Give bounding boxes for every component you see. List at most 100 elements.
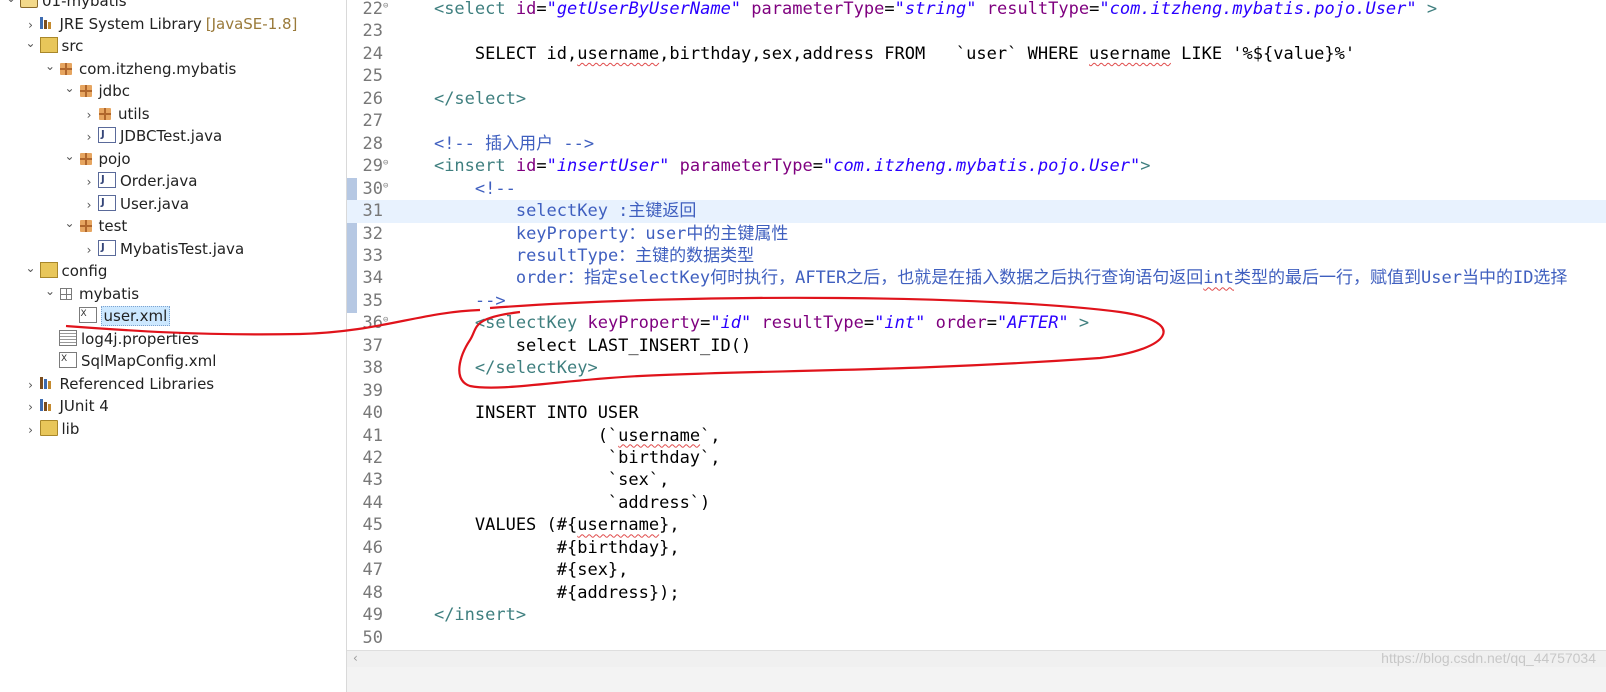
code-line[interactable]: 37 select LAST_INSERT_ID() — [347, 335, 1606, 358]
tree-item-mybatis[interactable]: ⌄ mybatis — [43, 283, 139, 306]
tree-item-junit-4[interactable]: › JUnit 4 — [24, 395, 109, 418]
tree-item-user-xml[interactable]: user.xml — [63, 303, 171, 328]
fold-toggle-icon[interactable]: ⊖ — [383, 152, 388, 175]
chevron-down-icon[interactable]: ⌄ — [43, 55, 57, 78]
tree-item-label: log4j.properties — [81, 330, 199, 348]
scroll-left-icon[interactable]: ‹ — [353, 651, 358, 665]
chevron-down-icon[interactable]: ⌄ — [24, 32, 38, 55]
code-line[interactable]: 36 ⊖ <selectKey keyProperty="id" resultTy… — [347, 312, 1606, 335]
tree-item-lib[interactable]: › lib — [24, 418, 79, 442]
code-token: #{address}); — [393, 582, 680, 603]
code-line[interactable]: 45 VALUES (#{username}, — [347, 514, 1606, 537]
code-line[interactable]: 24 SELECT id,username,birthday,sex,addre… — [347, 43, 1606, 66]
code-token: "int" — [874, 313, 926, 334]
tree-item-mybatistest-java[interactable]: › MybatisTest.java — [82, 236, 245, 262]
code-line[interactable]: 44 `address`) — [347, 492, 1606, 515]
tree-item-jdbctest-java[interactable]: › JDBCTest.java — [82, 123, 223, 149]
code-line[interactable]: 32 keyProperty：user中的主键属性 — [347, 223, 1606, 246]
tree-item-sqlmapconfig-xml[interactable]: SqlMapConfig.xml — [43, 348, 217, 373]
xml-editor[interactable]: 22 ⊖ <select id="getUserByUserName" param… — [347, 0, 1606, 692]
chevron-right-icon[interactable]: › — [82, 171, 96, 194]
code-line[interactable]: 46 #{birthday}, — [347, 537, 1606, 560]
code-token: 类型的最后一行，赋值到User当中的ID选择 — [1234, 268, 1568, 289]
code-token: <!-- — [474, 178, 516, 199]
line-number: 43 — [362, 470, 383, 491]
tree-item-referenced-libraries[interactable]: › Referenced Libraries — [24, 373, 214, 397]
chevron-right-icon[interactable]: › — [82, 194, 96, 217]
code-line[interactable]: 35 --> — [347, 290, 1606, 313]
code-line[interactable]: 33 resultType：主键的数据类型 — [347, 245, 1606, 268]
code-text: </insert> — [393, 604, 526, 627]
fold-toggle-icon[interactable]: ⊖ — [383, 0, 388, 18]
code-token: (` — [393, 425, 619, 446]
tree-item-order-java[interactable]: › Order.java — [82, 168, 198, 194]
chevron-right-icon[interactable]: › — [24, 374, 38, 397]
line-number: 31 — [362, 201, 383, 222]
code-line[interactable]: 25 — [347, 65, 1606, 88]
code-line[interactable]: 38 </selectKey> — [347, 357, 1606, 380]
chevron-down-icon[interactable]: ⌄ — [63, 212, 77, 235]
tree-item-01-mybatis[interactable]: ⌄ 01-mybatis — [4, 0, 127, 13]
tree-item-user-java[interactable]: › User.java — [82, 191, 189, 217]
tree-item-config[interactable]: ⌄ config — [24, 257, 107, 283]
code-line[interactable]: 49 </insert> — [347, 604, 1606, 627]
code-line[interactable]: 50 — [347, 627, 1606, 650]
tree-item-utils[interactable]: › utils — [82, 103, 150, 126]
tree-item-jdbc[interactable]: ⌄ jdbc — [63, 80, 130, 103]
chevron-down-icon[interactable]: ⌄ — [24, 257, 38, 280]
chevron-right-icon[interactable]: › — [24, 396, 38, 419]
chevron-right-icon[interactable]: › — [82, 104, 96, 127]
chevron-down-icon[interactable]: ⌄ — [43, 280, 57, 303]
code-line[interactable]: 30 ⊖ <!-- — [347, 178, 1606, 201]
code-line[interactable]: 31 selectKey :主键返回 — [347, 200, 1606, 223]
code-line[interactable]: 43 `sex`, — [347, 469, 1606, 492]
code-token: keyProperty：user中的主键属性 — [515, 223, 789, 244]
code-text: `address`) — [393, 492, 710, 515]
tree-item-label: Order.java — [120, 172, 198, 190]
chevron-right-icon[interactable]: › — [82, 239, 96, 262]
code-token: int — [1203, 268, 1235, 289]
line-number: 28 — [362, 133, 383, 154]
code-line[interactable]: 34 order：指定selectKey何时执行，AFTER之后，也就是在插入数… — [347, 267, 1606, 290]
package-icon — [79, 84, 95, 98]
package-icon — [98, 107, 114, 121]
fold-toggle-icon[interactable]: ⊖ — [383, 309, 388, 332]
code-line[interactable]: 47 #{sex}, — [347, 559, 1606, 582]
chevron-down-icon[interactable]: ⌄ — [4, 0, 18, 10]
java-file-icon — [98, 236, 116, 259]
tree-item-decoration: [JavaSE-1.8] — [205, 15, 298, 33]
code-line[interactable]: 26 </select> — [347, 88, 1606, 111]
chevron-right-icon[interactable]: › — [82, 126, 96, 149]
tree-item-label: SqlMapConfig.xml — [81, 352, 217, 370]
line-number: 49 — [362, 605, 383, 626]
chevron-down-icon[interactable]: ⌄ — [63, 145, 77, 168]
code-line[interactable]: 23 — [347, 20, 1606, 43]
line-number: 42 — [362, 448, 383, 468]
tree-item-jre-system-library[interactable]: › JRE System Library [JavaSE-1.8] — [24, 13, 298, 36]
code-token: </select> — [433, 88, 527, 109]
code-token: id — [515, 156, 537, 177]
code-line[interactable]: 40 INSERT INTO USER — [347, 402, 1606, 425]
chevron-down-icon[interactable]: ⌄ — [63, 77, 77, 100]
code-line[interactable]: 42 `birthday`, — [347, 447, 1606, 470]
code-token: }, — [659, 515, 680, 536]
code-line[interactable]: 28 <!-- 插入用户 --> — [347, 133, 1606, 156]
fold-toggle-icon[interactable]: ⊖ — [383, 175, 388, 198]
code-line[interactable]: 41 (`username`, — [347, 425, 1606, 448]
chevron-right-icon[interactable]: › — [24, 419, 38, 442]
code-text: `sex`, — [393, 469, 669, 492]
line-number: 41 — [362, 425, 383, 446]
code-line[interactable]: 39 — [347, 380, 1606, 403]
code-line[interactable]: 27 — [347, 110, 1606, 133]
tree-item-pojo[interactable]: ⌄ pojo — [63, 145, 130, 171]
code-line[interactable]: 22 ⊖ <select id="getUserByUserName" param… — [347, 0, 1606, 21]
code-line[interactable]: 48 #{address}); — [347, 582, 1606, 605]
tree-item-test[interactable]: ⌄ test — [63, 212, 127, 238]
code-token: username — [577, 43, 660, 64]
code-line[interactable]: 29 ⊖ <insert id="insertUser" parameterTyp… — [347, 155, 1606, 178]
